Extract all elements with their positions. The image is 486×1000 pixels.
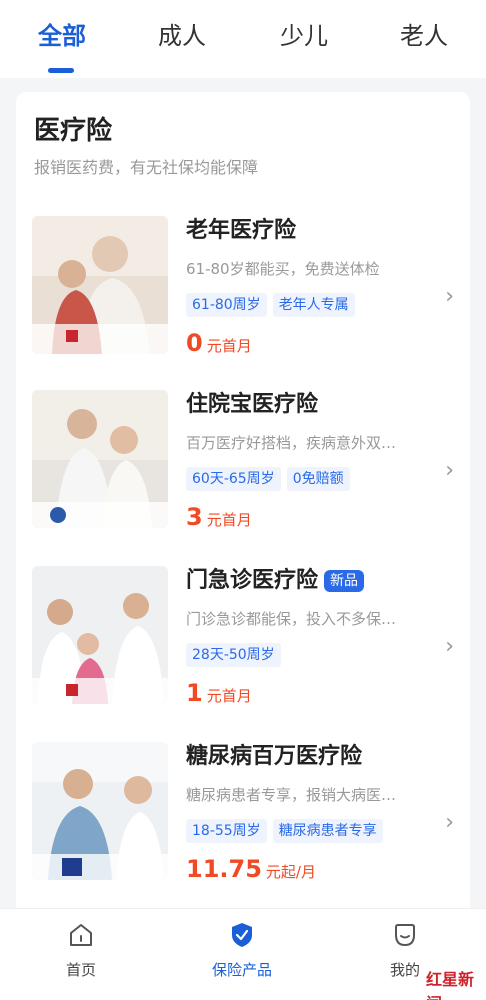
product-name: 老年医疗险 bbox=[186, 218, 297, 243]
tab-all[interactable]: 全部 bbox=[36, 0, 88, 78]
product-info: 糖尿病百万医疗险 糖尿病患者专享，报销大病医… 18-55周岁 糖尿病患者专享 … bbox=[186, 742, 426, 883]
product-tag: 糖尿病患者专享 bbox=[272, 819, 383, 843]
product-description: 百万医疗好搭档，疾病意外双… bbox=[186, 434, 397, 452]
product-thumbnail bbox=[32, 566, 168, 704]
section-title: 医疗险 bbox=[34, 116, 113, 146]
product-info: 住院宝医疗险 百万医疗好搭档，疾病意外双… 60天-65周岁 0免赔额 3 元首… bbox=[186, 390, 426, 531]
bottom-navigation: 首页 保险产品 我的 bbox=[0, 908, 486, 1000]
active-tab-indicator bbox=[48, 68, 74, 73]
product-tag: 28天-50周岁 bbox=[186, 643, 281, 667]
elderly-couple-image bbox=[32, 216, 168, 354]
tab-adult[interactable]: 成人 bbox=[156, 0, 208, 78]
doctor-patient-image bbox=[32, 742, 168, 880]
page: 全部 成人 少儿 老人 医疗险 报销医药费，有无社保均能保障 老年医疗险 61-… bbox=[0, 0, 486, 1000]
chevron-right-icon: › bbox=[445, 284, 454, 309]
product-card[interactable]: 住院宝医疗险 百万医疗好搭档，疾病意外双… 60天-65周岁 0免赔额 3 元首… bbox=[32, 390, 454, 540]
new-product-badge: 新品 bbox=[324, 570, 365, 592]
doctor-family-image bbox=[32, 566, 168, 704]
category-tabbar: 全部 成人 少儿 老人 bbox=[0, 0, 486, 78]
tab-elderly[interactable]: 老人 bbox=[398, 0, 450, 78]
product-card[interactable]: 老年医疗险 61-80岁都能买，免费送体检 61-80周岁 老年人专属 0 元首… bbox=[32, 216, 454, 366]
price-value: 11.75 bbox=[186, 855, 262, 883]
product-thumbnail bbox=[32, 216, 168, 354]
price-unit: 元首月 bbox=[206, 687, 252, 705]
product-description: 门诊急诊都能保，投入不多保… bbox=[186, 610, 397, 628]
product-tags: 18-55周岁 糖尿病患者专享 bbox=[186, 819, 426, 843]
price-value: 1 bbox=[186, 679, 203, 707]
product-name: 糖尿病百万医疗险 bbox=[186, 744, 363, 769]
product-card[interactable]: 门急诊医疗险 新品 门诊急诊都能保，投入不多保… 28天-50周岁 1 元首月 … bbox=[32, 566, 454, 716]
chevron-right-icon: › bbox=[445, 810, 454, 835]
price-unit: 元首月 bbox=[206, 511, 252, 529]
product-price: 1 元首月 bbox=[186, 679, 426, 707]
product-price: 0 元首月 bbox=[186, 329, 426, 357]
nav-label: 首页 bbox=[65, 961, 96, 979]
product-thumbnail bbox=[32, 390, 168, 528]
product-name: 住院宝医疗险 bbox=[186, 392, 319, 417]
tab-children[interactable]: 少儿 bbox=[278, 0, 330, 78]
product-tag: 60天-65周岁 bbox=[186, 467, 281, 491]
product-price: 3 元首月 bbox=[186, 503, 426, 531]
nav-insurance-products[interactable]: 保险产品 bbox=[197, 921, 287, 980]
home-icon bbox=[70, 924, 92, 946]
price-unit: 元起/月 bbox=[265, 863, 316, 881]
profile-icon bbox=[395, 924, 415, 947]
nav-label: 保险产品 bbox=[211, 961, 272, 979]
product-card[interactable]: 糖尿病百万医疗险 糖尿病患者专享，报销大病医… 18-55周岁 糖尿病患者专享 … bbox=[32, 742, 454, 892]
product-description: 61-80岁都能买，免费送体检 bbox=[186, 260, 380, 278]
product-tag: 61-80周岁 bbox=[186, 293, 267, 317]
product-price: 11.75 元起/月 bbox=[186, 855, 426, 883]
product-info: 老年医疗险 61-80岁都能买，免费送体检 61-80周岁 老年人专属 0 元首… bbox=[186, 216, 426, 357]
product-description: 糖尿病患者专享，报销大病医… bbox=[186, 786, 397, 804]
product-tags: 28天-50周岁 bbox=[186, 643, 426, 667]
family-couple-image bbox=[32, 390, 168, 528]
price-value: 3 bbox=[186, 503, 203, 531]
price-unit: 元首月 bbox=[206, 337, 252, 355]
price-value: 0 bbox=[186, 329, 203, 357]
product-thumbnail bbox=[32, 742, 168, 880]
product-tags: 60天-65周岁 0免赔额 bbox=[186, 467, 426, 491]
product-tag: 老年人专属 bbox=[272, 293, 355, 317]
shield-check-icon bbox=[232, 923, 252, 947]
product-info: 门急诊医疗险 新品 门诊急诊都能保，投入不多保… 28天-50周岁 1 元首月 bbox=[186, 566, 426, 707]
product-tag: 0免赔额 bbox=[286, 467, 350, 491]
watermark-logo: 红星新闻 bbox=[426, 970, 475, 1000]
section-subtitle: 报销医药费，有无社保均能保障 bbox=[34, 158, 259, 177]
product-tags: 61-80周岁 老年人专属 bbox=[186, 293, 426, 317]
nav-home[interactable]: 首页 bbox=[36, 921, 126, 980]
product-tag: 18-55周岁 bbox=[186, 819, 267, 843]
chevron-right-icon: › bbox=[445, 634, 454, 659]
medical-insurance-section: 医疗险 报销医药费，有无社保均能保障 老年医疗险 61-80岁都能买，免费送体检 bbox=[16, 92, 470, 922]
chevron-right-icon: › bbox=[445, 458, 454, 483]
product-name: 门急诊医疗险 新品 bbox=[186, 566, 426, 596]
